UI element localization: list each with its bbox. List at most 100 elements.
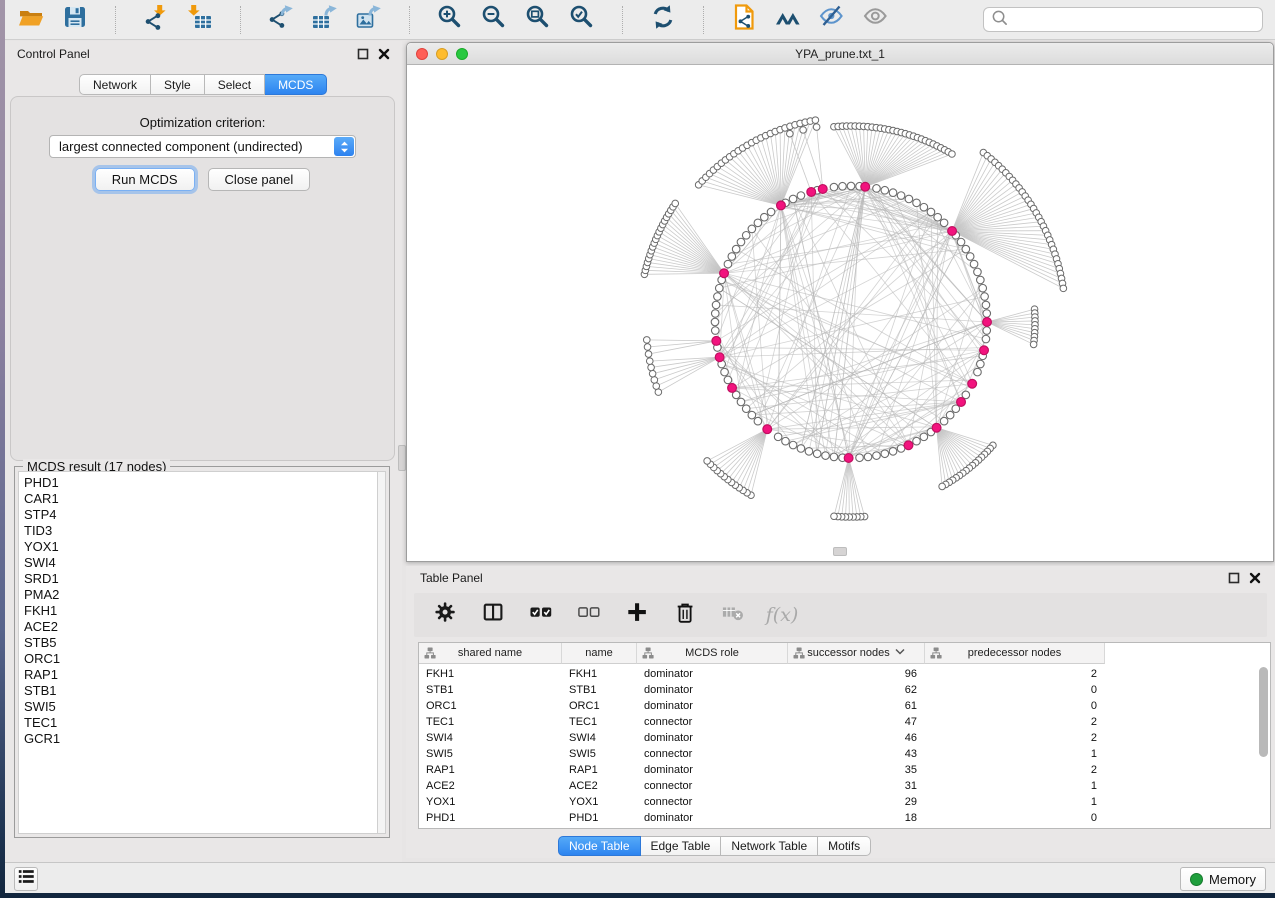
import-network-button[interactable]: [142, 6, 170, 34]
mcds-result-item[interactable]: CAR1: [24, 491, 377, 507]
mcds-result-item[interactable]: GCR1: [24, 731, 377, 747]
graph-node[interactable]: [946, 411, 954, 419]
graph-node[interactable]: [934, 213, 942, 221]
criterion-dropdown[interactable]: largest connected component (undirected): [49, 135, 356, 158]
export-network-button[interactable]: [267, 6, 295, 34]
graph-node[interactable]: [940, 219, 948, 227]
split-panel-button[interactable]: [482, 603, 506, 627]
column-header-successor-nodes[interactable]: successor nodes: [788, 643, 925, 664]
mcds-result-scrollbar[interactable]: [377, 471, 386, 834]
graph-node[interactable]: [974, 368, 982, 376]
table-row[interactable]: FKH1FKH1dominator962: [419, 666, 1270, 682]
graph-node[interactable]: [977, 276, 985, 284]
mcds-result-item[interactable]: YOX1: [24, 539, 377, 555]
graph-node[interactable]: [905, 195, 913, 203]
memory-button[interactable]: Memory: [1180, 867, 1266, 891]
graph-mcds-node[interactable]: [957, 398, 966, 407]
mcds-result-item[interactable]: ORC1: [24, 651, 377, 667]
graph-leaf-node[interactable]: [704, 458, 711, 465]
select-all-button[interactable]: [530, 603, 554, 627]
graph-node[interactable]: [742, 405, 750, 413]
graph-leaf-node[interactable]: [812, 117, 819, 124]
network-canvas[interactable]: [407, 66, 1273, 561]
graph-leaf-node[interactable]: [813, 124, 820, 131]
graph-node[interactable]: [982, 335, 990, 343]
graph-node[interactable]: [724, 260, 732, 268]
mcds-result-item[interactable]: SRD1: [24, 571, 377, 587]
mcds-result-item[interactable]: SWI4: [24, 555, 377, 571]
graph-node[interactable]: [889, 448, 897, 456]
mcds-result-item[interactable]: STB5: [24, 635, 377, 651]
graph-leaf-node[interactable]: [643, 337, 650, 344]
export-image-button[interactable]: [355, 6, 383, 34]
graph-node[interactable]: [856, 454, 864, 462]
mcds-result-item[interactable]: TID3: [24, 523, 377, 539]
minimize-window-icon[interactable]: [436, 48, 448, 60]
graph-node[interactable]: [873, 452, 881, 460]
deselect-all-button[interactable]: [578, 603, 602, 627]
graph-leaf-node[interactable]: [646, 358, 653, 365]
table-row[interactable]: ACE2ACE2connector311: [419, 778, 1270, 794]
graph-leaf-node[interactable]: [831, 513, 838, 520]
graph-node[interactable]: [974, 268, 982, 276]
table-row[interactable]: SWI4SWI4dominator462: [419, 730, 1270, 746]
maximize-window-icon[interactable]: [456, 48, 468, 60]
mcds-result-item[interactable]: TEC1: [24, 715, 377, 731]
graph-node[interactable]: [789, 441, 797, 449]
graph-mcds-node[interactable]: [844, 454, 853, 463]
graph-node[interactable]: [761, 213, 769, 221]
graph-leaf-node[interactable]: [653, 383, 660, 390]
tab-network[interactable]: Network: [79, 74, 151, 95]
mcds-result-item[interactable]: STB1: [24, 683, 377, 699]
graph-node[interactable]: [983, 310, 991, 318]
vertical-splitter-handle[interactable]: [398, 445, 406, 471]
graph-node[interactable]: [813, 450, 821, 458]
graph-node[interactable]: [864, 453, 872, 461]
graph-node[interactable]: [789, 195, 797, 203]
column-header-name[interactable]: name: [562, 643, 637, 664]
close-panel-button[interactable]: Close panel: [208, 168, 311, 191]
tab-edge-table[interactable]: Edge Table: [641, 836, 722, 856]
graph-mcds-node[interactable]: [720, 269, 729, 278]
graph-mcds-node[interactable]: [948, 227, 957, 236]
mcds-result-item[interactable]: STP4: [24, 507, 377, 523]
table-row[interactable]: STB1STB1dominator620: [419, 682, 1270, 698]
float-panel-icon[interactable]: [357, 48, 369, 60]
graph-node[interactable]: [728, 253, 736, 261]
horizontal-splitter-handle[interactable]: [833, 547, 847, 556]
network-window-titlebar[interactable]: YPA_prune.txt_1: [407, 43, 1273, 65]
table-row[interactable]: ORC1ORC1dominator610: [419, 698, 1270, 714]
graph-node[interactable]: [913, 437, 921, 445]
graph-node[interactable]: [881, 450, 889, 458]
zoom-fit-button[interactable]: [524, 6, 552, 34]
graph-node[interactable]: [979, 284, 987, 292]
graph-node[interactable]: [981, 293, 989, 301]
graph-leaf-node[interactable]: [649, 370, 656, 377]
graph-node[interactable]: [805, 448, 813, 456]
graph-node[interactable]: [927, 208, 935, 216]
show-panels-button[interactable]: [14, 867, 38, 891]
graph-node[interactable]: [970, 260, 978, 268]
zoom-selected-button[interactable]: [568, 6, 596, 34]
graph-node[interactable]: [712, 301, 720, 309]
column-header-predecessor-nodes[interactable]: predecessor nodes: [925, 643, 1105, 664]
graph-node[interactable]: [830, 183, 838, 191]
graph-mcds-node[interactable]: [728, 384, 737, 393]
new-network-from-selection-button[interactable]: [730, 6, 758, 34]
graph-mcds-node[interactable]: [904, 441, 913, 450]
graph-node[interactable]: [732, 245, 740, 253]
graph-mcds-node[interactable]: [712, 337, 721, 346]
graph-node[interactable]: [714, 293, 722, 301]
table-scrollbar[interactable]: [1259, 667, 1268, 757]
table-row[interactable]: SWI5SWI5connector431: [419, 746, 1270, 762]
close-panel-icon[interactable]: [378, 48, 390, 60]
graph-leaf-node[interactable]: [672, 200, 679, 207]
table-row[interactable]: PHD1PHD1dominator180: [419, 810, 1270, 826]
tab-network-table[interactable]: Network Table: [721, 836, 818, 856]
graph-node[interactable]: [966, 253, 974, 261]
graph-node[interactable]: [889, 189, 897, 197]
graph-node[interactable]: [797, 445, 805, 453]
graph-mcds-node[interactable]: [818, 185, 827, 194]
close-window-icon[interactable]: [416, 48, 428, 60]
graph-mcds-node[interactable]: [777, 201, 786, 210]
